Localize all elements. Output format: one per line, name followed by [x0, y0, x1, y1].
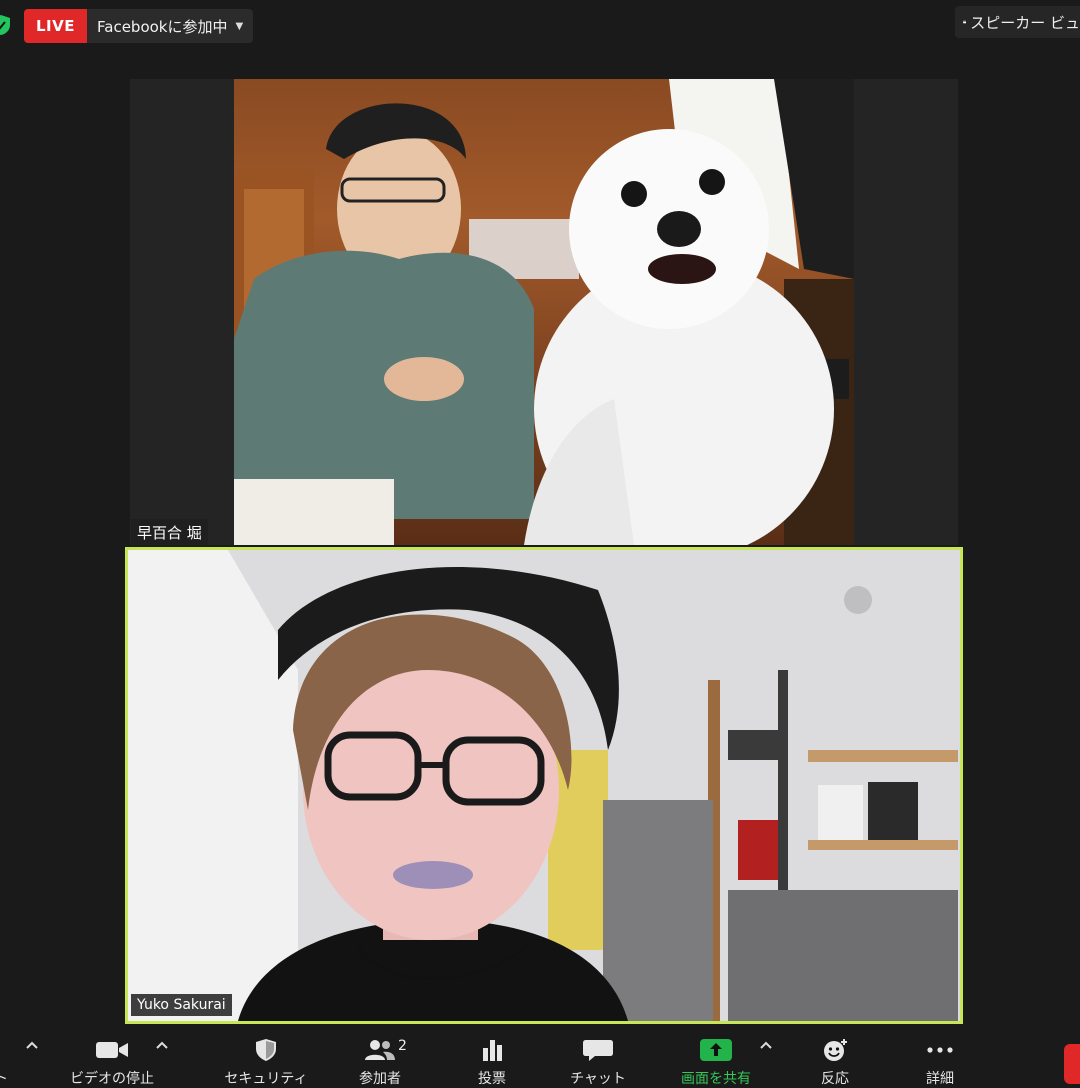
chevron-up-icon[interactable]	[154, 1038, 170, 1052]
encryption-shield-icon[interactable]	[0, 14, 12, 36]
live-status-text: Facebookに参加中	[97, 17, 228, 36]
video-frame-woman-kitchen	[128, 550, 960, 1021]
live-badge: LIVE	[24, 9, 87, 43]
chat-label: チャット	[570, 1071, 626, 1087]
polls-button[interactable]: 投票	[432, 1030, 552, 1087]
participant-name-1: 早百合 堀	[131, 519, 208, 546]
more-dots-icon	[927, 1047, 953, 1053]
participant-video-1	[234, 79, 854, 545]
video-camera-icon	[96, 1042, 128, 1058]
reactions-label: 反応	[821, 1071, 849, 1087]
reactions-button[interactable]: 反応	[775, 1030, 895, 1087]
participants-button[interactable]: 2 参加者	[320, 1030, 440, 1087]
meeting-toolbar: ビデオの停止 セキュリティ 2 参加者 投票 チャット 画面を共有 反応 詳細	[0, 1030, 1080, 1087]
participants-icon	[365, 1040, 395, 1060]
security-button[interactable]: セキュリティ	[206, 1030, 326, 1087]
participant-tile-2-active-speaker[interactable]	[125, 547, 963, 1024]
shield-icon	[256, 1039, 276, 1061]
share-screen-label: 画面を共有	[681, 1071, 751, 1087]
chevron-down-icon: ▼	[235, 20, 244, 32]
participant-name-2: Yuko Sakurai	[131, 994, 232, 1016]
chat-bubble-icon	[583, 1040, 613, 1061]
end-meeting-button[interactable]	[1064, 1044, 1080, 1084]
share-screen-icon	[700, 1039, 732, 1061]
bar-chart-icon	[483, 1040, 502, 1061]
view-switch-label: スピーカー ビュー	[970, 13, 1080, 32]
stop-video-label: ビデオの停止	[70, 1071, 154, 1087]
security-label: セキュリティ	[224, 1071, 308, 1087]
participant-count: 2	[398, 1038, 407, 1054]
chevron-up-icon[interactable]	[24, 1038, 40, 1052]
more-button[interactable]: 詳細	[880, 1030, 1000, 1087]
mute-label-cut: ト	[0, 1071, 8, 1087]
live-stream-menu[interactable]: LIVE Facebookに参加中 ▼	[24, 9, 254, 43]
emoji-add-icon	[824, 1039, 847, 1061]
view-switch-button[interactable]: スピーカー ビュー	[955, 6, 1080, 38]
video-frame-woman-with-dog	[234, 79, 854, 545]
chevron-up-icon[interactable]	[758, 1038, 774, 1052]
participants-label: 参加者	[359, 1071, 401, 1087]
chat-button[interactable]: チャット	[538, 1030, 658, 1087]
polls-label: 投票	[478, 1071, 506, 1087]
more-label: 詳細	[926, 1071, 954, 1087]
speaker-view-icon	[963, 20, 967, 24]
